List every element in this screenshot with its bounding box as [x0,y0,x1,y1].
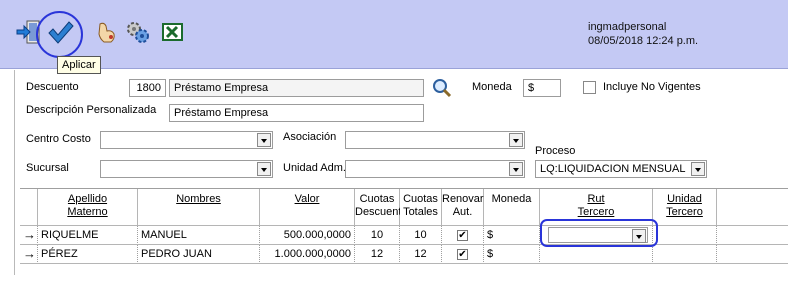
cell-moneda[interactable]: $ [484,245,540,264]
descuento-name-field: Préstamo Empresa [169,79,424,97]
header-renovar-line1: Renovar [442,193,484,205]
header-unidad-line1: Unidad [667,193,702,205]
gears-icon [127,22,149,43]
sucursal-select[interactable] [100,160,273,178]
cell-cuotas-descuento[interactable]: 10 [355,226,400,245]
chevron-down-icon[interactable] [509,133,523,147]
table-row-empty[interactable] [20,263,788,283]
chevron-down-icon[interactable] [691,162,705,176]
user-info: ingmadpersonal 08/05/2018 12:24 p.m. [588,20,698,48]
cell-cuotas-totales[interactable]: 10 [400,226,442,245]
chevron-down-icon[interactable] [257,162,271,176]
moneda-field: $ [523,79,561,97]
row-indicator-header [20,189,38,225]
asociacion-label: Asociación [283,131,337,143]
cell-renovar[interactable]: ✔ [442,245,484,264]
cell-valor[interactable]: 500.000,0000 [260,226,355,245]
proceso-label: Proceso [535,145,576,157]
toolbar: ingmadpersonal 08/05/2018 12:24 p.m. [0,0,788,69]
proceso-select[interactable]: LQ:LIQUIDACION MENSUAL [535,160,707,178]
renovar-checkbox[interactable]: ✔ [457,249,468,260]
descuento-code-input[interactable]: 1800 [129,79,166,97]
header-valor[interactable]: Valor [260,189,355,225]
rut-highlight-circle [540,219,658,247]
cell-apellido[interactable]: RIQUELME [38,226,138,245]
incluye-no-vigentes-label: Incluye No Vigentes [603,81,701,93]
header-cuotas-desc-line1: Cuotas [359,193,395,205]
excel-icon [162,23,183,41]
incluye-no-vigentes-checkbox[interactable] [583,81,596,94]
header-renovar-line2: Aut. [452,206,473,218]
header-apellido-line1: Apellido [67,193,108,205]
cell-nombres[interactable]: MANUEL [138,226,260,245]
hand-pointer-button[interactable] [92,17,122,47]
header-unidad-tercero[interactable]: Unidad Tercero [653,189,717,225]
header-renovar[interactable]: Renovar Aut. [442,189,484,225]
gears-button[interactable] [122,17,152,47]
cell-cuotas-totales[interactable]: 12 [400,245,442,264]
proceso-value: LQ:LIQUIDACION MENSUAL [540,163,686,175]
header-cuotas-descuento[interactable]: Cuotas Descuento [355,189,408,225]
descuentos-grid: Apellido Materno Nombres Valor Cuotas De… [20,188,788,276]
header-apellido-line2: Materno [67,206,108,218]
asociacion-select[interactable] [345,131,525,149]
chevron-down-icon[interactable] [257,133,271,147]
cell-renovar[interactable]: ✔ [442,226,484,245]
table-row[interactable]: → RIQUELME MANUEL 500.000,0000 10 10 ✔ $ [20,225,788,245]
unidad-adm-select[interactable] [345,160,525,178]
moneda-label: Moneda [472,81,512,93]
header-rut-line2: Tercero [577,206,615,218]
unidad-adm-label: Unidad Adm. [283,162,346,174]
cell-rut-tercero[interactable] [540,245,653,264]
descripcion-input[interactable]: Préstamo Empresa [169,104,424,122]
centro-costo-select[interactable] [100,131,273,149]
cell-unidad-tercero[interactable] [653,226,717,245]
row-arrow-icon: → [20,245,38,264]
table-row[interactable]: → PÉREZ PEDRO JUAN 1.000.000,0000 12 12 … [20,244,788,264]
datetime: 08/05/2018 12:24 p.m. [588,35,699,47]
cell-valor[interactable]: 1.000.000,0000 [260,245,355,264]
header-moneda-label: Moneda [491,193,532,205]
header-nombres[interactable]: Nombres [138,189,260,225]
header-cuotas-tot-line1: Cuotas [403,193,438,205]
centro-costo-label: Centro Costo [26,133,91,145]
header-apellido[interactable]: Apellido Materno [38,189,138,225]
cell-unidad-tercero[interactable] [653,245,717,264]
cell-cuotas-descuento[interactable]: 12 [355,245,400,264]
header-cuotas-tot-line2: Totales [403,206,438,218]
header-rut-line1: Rut [587,193,605,205]
row-arrow-icon: → [20,226,38,245]
apply-tooltip: Aplicar [57,56,101,74]
excel-export-button[interactable] [158,17,188,47]
hand-pointer-icon [98,22,115,43]
header-valor-label: Valor [294,193,320,205]
chevron-down-icon[interactable] [509,162,523,176]
search-icon[interactable] [431,77,453,99]
cell-nombres[interactable]: PEDRO JUAN [138,245,260,264]
header-nombres-label: Nombres [176,193,221,205]
user-name: ingmadpersonal [588,21,667,33]
apply-highlight-circle [36,11,83,58]
cell-apellido[interactable]: PÉREZ [38,245,138,264]
descuento-label: Descuento [26,81,79,93]
header-unidad-line2: Tercero [666,206,703,218]
cell-moneda[interactable]: $ [484,226,540,245]
sucursal-label: Sucursal [26,162,69,174]
header-cuotas-totales[interactable]: Cuotas Totales [400,189,442,225]
header-moneda[interactable]: Moneda [484,189,540,225]
descripcion-label: Descripción Personalizada [26,104,157,116]
renovar-checkbox[interactable]: ✔ [457,230,468,241]
